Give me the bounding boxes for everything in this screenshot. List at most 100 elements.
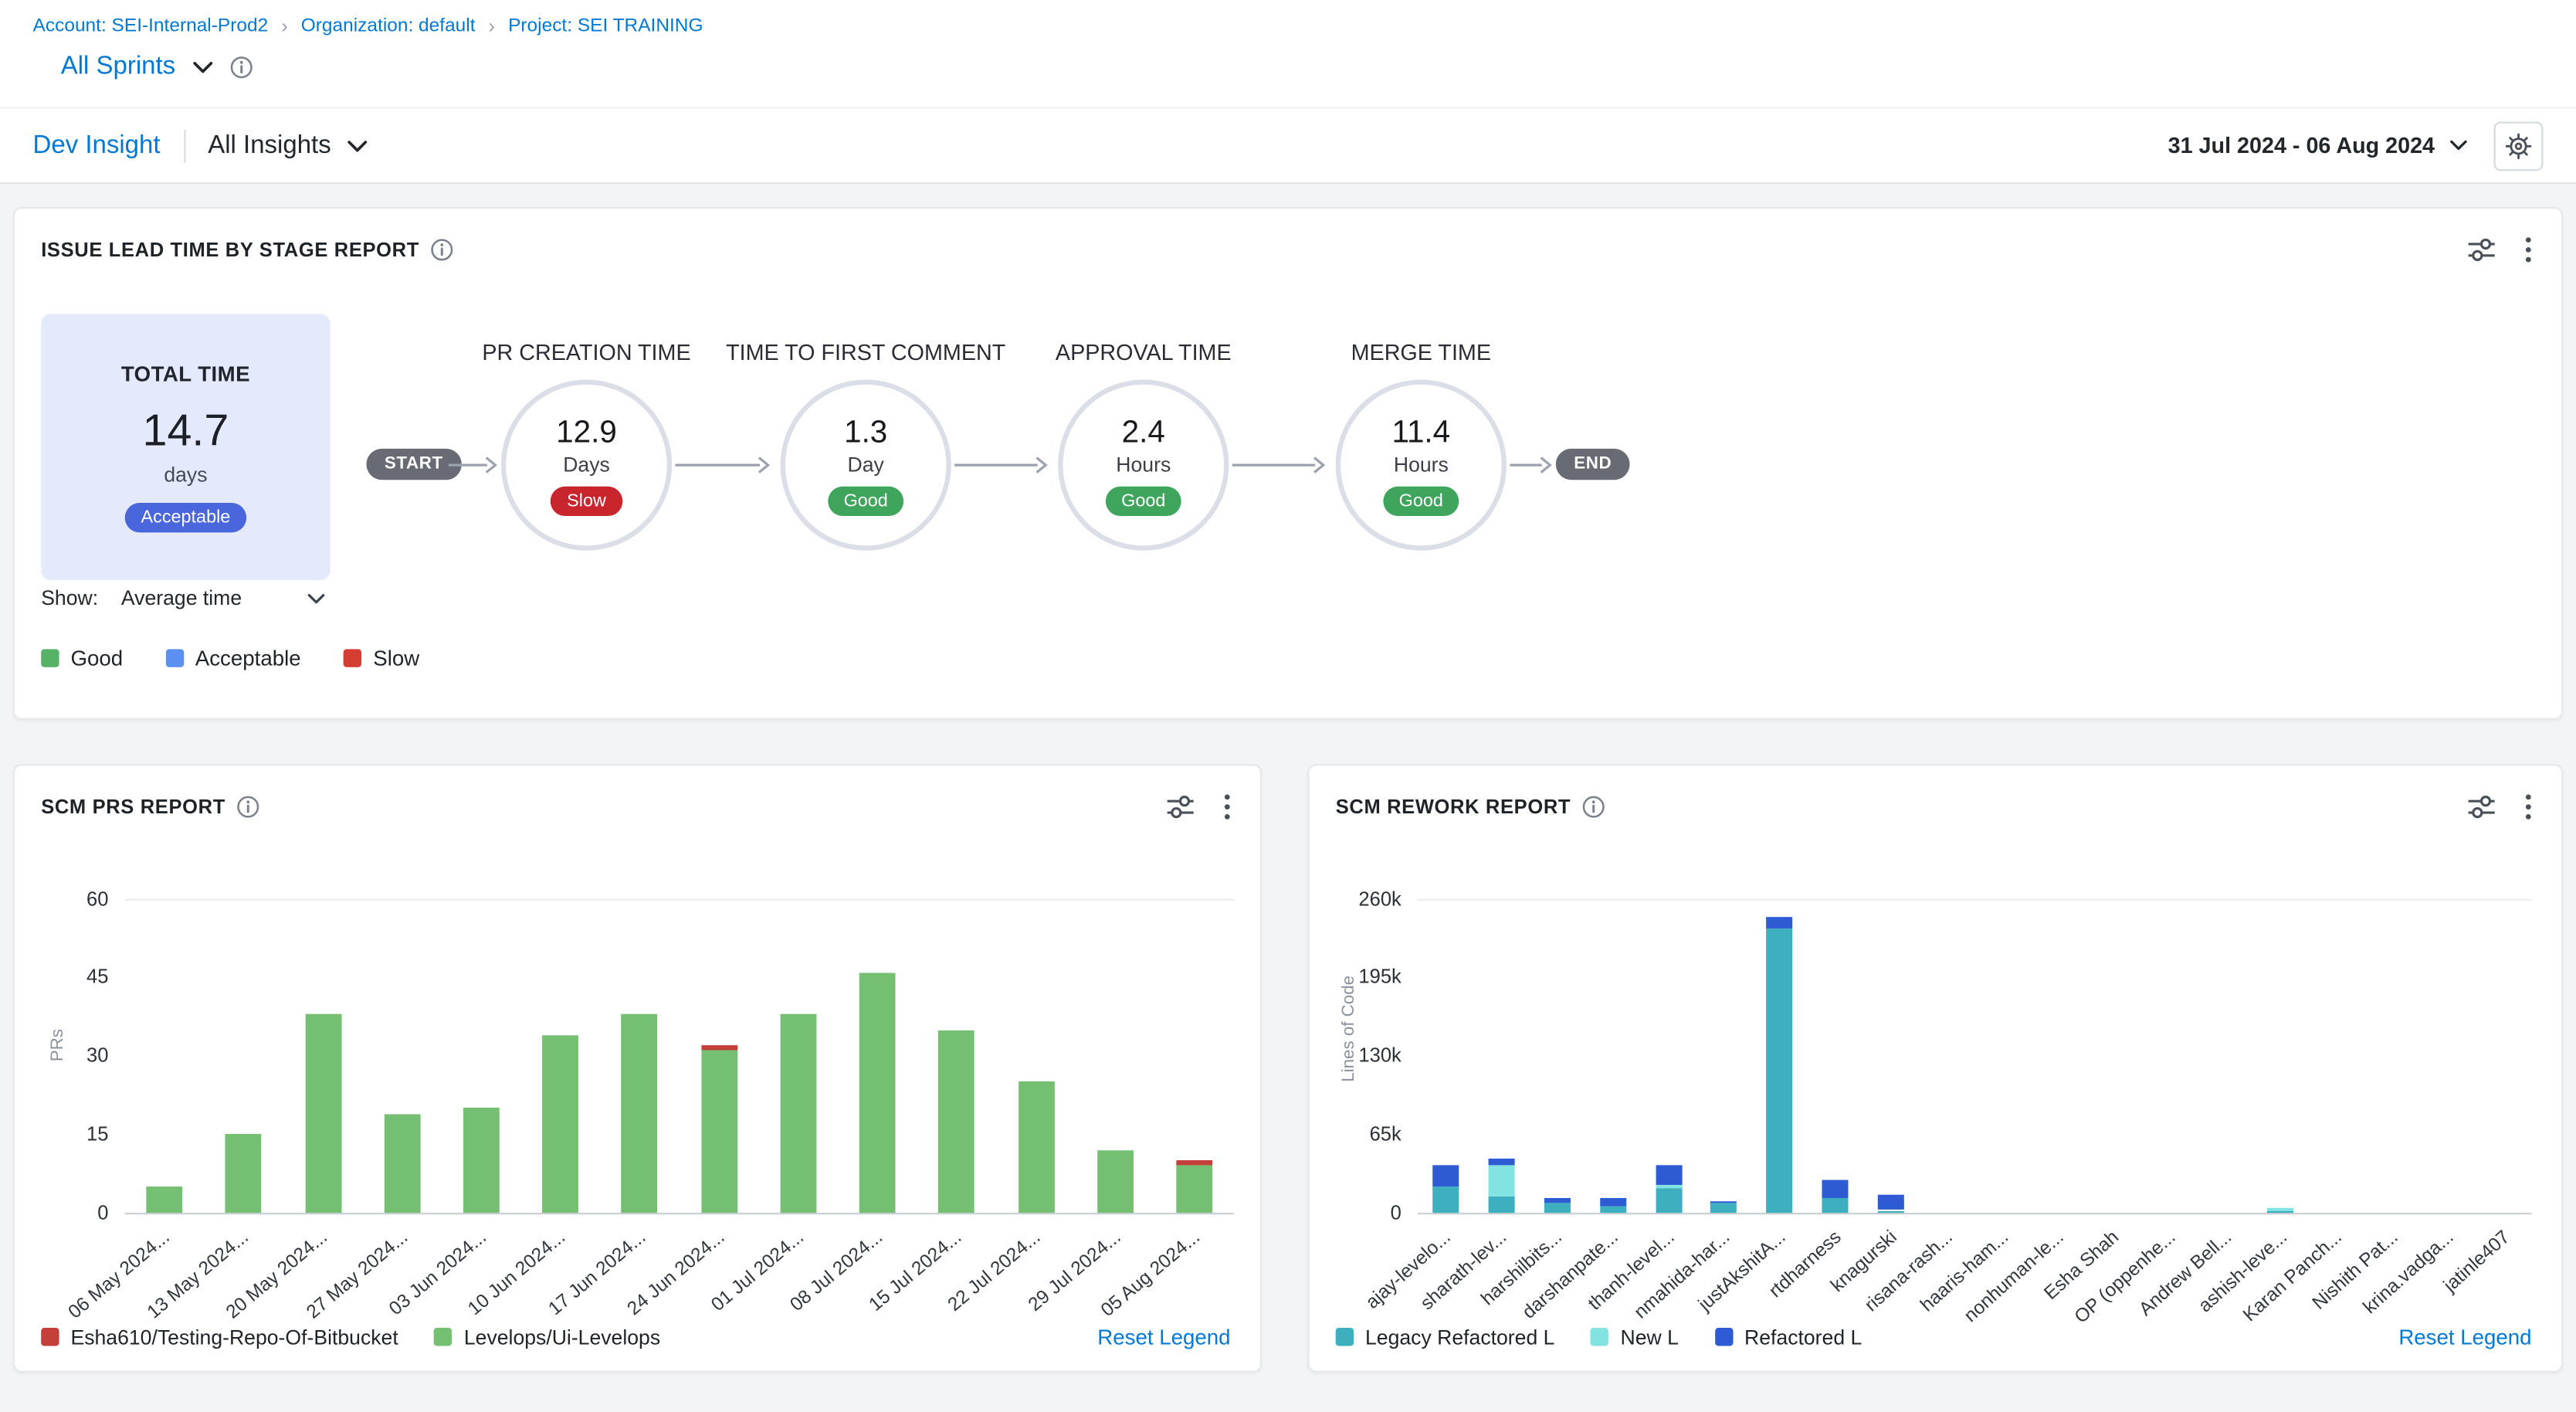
bar-segment[interactable]: [1488, 1196, 1514, 1213]
bar-segment[interactable]: [1711, 1200, 1737, 1203]
bar-segment[interactable]: [1018, 1082, 1054, 1213]
legend-swatch: [1591, 1328, 1608, 1346]
chevron-down-icon[interactable]: [307, 592, 325, 604]
bar-segment[interactable]: [1656, 1189, 1682, 1213]
legend-item-new[interactable]: New L: [1591, 1325, 1679, 1349]
sei-dashboard: Account: SEI-Internal-Prod2 › Organizati…: [0, 0, 2576, 1412]
bar-segment[interactable]: [1599, 1198, 1625, 1205]
bar-segment[interactable]: [1878, 1194, 1904, 1210]
bar-segment[interactable]: [1544, 1203, 1570, 1213]
bar-segment[interactable]: [859, 972, 896, 1213]
date-range-label[interactable]: 31 Jul 2024 - 06 Aug 2024: [2168, 133, 2435, 158]
widget-header: ISSUE LEAD TIME BY STAGE REPORT: [15, 209, 2561, 263]
stage-circle-approval[interactable]: 2.4 Hours Good: [1058, 379, 1229, 550]
show-value[interactable]: Average time: [121, 587, 242, 610]
bar-segment[interactable]: [1097, 1150, 1134, 1213]
stage-circle-merge[interactable]: 11.4 Hours Good: [1336, 379, 1507, 550]
stage-value: 2.4: [1122, 415, 1165, 451]
widget-title: ISSUE LEAD TIME BY STAGE REPORT: [41, 238, 419, 261]
bar-segment[interactable]: [1767, 929, 1793, 1213]
total-time-label: TOTAL TIME: [121, 361, 250, 386]
bar-segment[interactable]: [622, 1014, 658, 1213]
breadcrumb-organization-link[interactable]: Organization: default: [301, 16, 476, 36]
legend-item-acceptable[interactable]: Acceptable: [165, 646, 300, 670]
bar-segment[interactable]: [938, 1030, 974, 1213]
prs-bar-chart: 01530456006 May 2024...13 May 2024...20 …: [15, 765, 1260, 1370]
legend-item-repo-levelops[interactable]: Levelops/Ui-Levelops: [435, 1325, 661, 1349]
gridline: [125, 899, 1234, 901]
bar-segment[interactable]: [701, 1051, 737, 1213]
bar-segment[interactable]: [780, 1014, 816, 1213]
breadcrumb-project-link[interactable]: Project: SEI TRAINING: [508, 16, 703, 36]
bar-segment[interactable]: [1711, 1203, 1737, 1213]
dashboard-body: ISSUE LEAD TIME BY STAGE REPORT TOTAL TI…: [0, 184, 2576, 1411]
bar-segment[interactable]: [1176, 1166, 1212, 1213]
legend-label: Good: [70, 646, 123, 670]
legend-item-slow[interactable]: Slow: [344, 646, 419, 670]
stage-unit: Days: [563, 453, 610, 476]
bar-segment[interactable]: [463, 1108, 500, 1213]
total-time-rating-badge: Acceptable: [124, 503, 246, 532]
breadcrumb-account-link[interactable]: Account: SEI-Internal-Prod2: [33, 16, 269, 36]
chevron-down-icon[interactable]: [346, 139, 368, 152]
insight-selector-label[interactable]: All Insights: [208, 131, 330, 160]
sprint-selector[interactable]: All Sprints: [61, 53, 253, 82]
legend-item-refactored[interactable]: Refactored L: [1715, 1325, 1863, 1349]
chevron-down-icon[interactable]: [2449, 140, 2467, 151]
insight-selector[interactable]: All Insights: [208, 131, 367, 160]
legend-swatch: [41, 1328, 59, 1346]
bar-segment[interactable]: [1432, 1165, 1459, 1186]
stage-circle-pr-creation[interactable]: 12.9 Days Slow: [501, 379, 672, 550]
total-time-card: TOTAL TIME 14.7 days Acceptable: [41, 314, 330, 580]
legend-item-legacy-refactored[interactable]: Legacy Refactored L: [1336, 1325, 1555, 1349]
legend-label: Acceptable: [195, 646, 301, 670]
bar-segment[interactable]: [225, 1135, 262, 1213]
info-icon[interactable]: [431, 238, 454, 261]
legend-item-good[interactable]: Good: [41, 646, 123, 670]
stage-rating-badge: Slow: [551, 486, 622, 515]
breadcrumb-separator-icon: ›: [281, 15, 288, 38]
legend-swatch: [1336, 1328, 1354, 1346]
scale-wrapper: Account: SEI-Internal-Prod2 › Organizati…: [0, 0, 2576, 1412]
bar-segment[interactable]: [305, 1014, 341, 1213]
bar-segment[interactable]: [1488, 1165, 1514, 1196]
info-icon[interactable]: [229, 56, 253, 79]
bar-segment[interactable]: [1656, 1185, 1682, 1189]
bar-segment[interactable]: [147, 1186, 183, 1213]
bar-segment[interactable]: [384, 1113, 420, 1213]
flow-start-pill: START: [366, 449, 461, 480]
bar-segment[interactable]: [542, 1035, 578, 1213]
show-metric-dropdown[interactable]: Show: Average time: [41, 587, 325, 610]
bar-segment[interactable]: [1822, 1198, 1849, 1213]
widget-filters-icon[interactable]: [2468, 238, 2496, 261]
widget-menu-icon[interactable]: [2525, 236, 2532, 263]
bar-segment[interactable]: [1878, 1210, 1904, 1213]
top-header: Account: SEI-Internal-Prod2 › Organizati…: [0, 0, 2576, 108]
bar-segment[interactable]: [2268, 1210, 2294, 1213]
stage-name: TIME TO FIRST COMMENT: [718, 335, 1014, 370]
flow-arrow-icon: [449, 455, 498, 475]
legend-item-repo-bitbucket[interactable]: Esha610/Testing-Repo-Of-Bitbucket: [41, 1325, 398, 1349]
dev-insight-link[interactable]: Dev Insight: [33, 131, 161, 160]
bar-segment[interactable]: [1488, 1159, 1514, 1165]
bar-segment[interactable]: [2268, 1208, 2294, 1210]
x-axis-line: [125, 1213, 1234, 1214]
bar-segment[interactable]: [701, 1045, 737, 1051]
bar-segment[interactable]: [1656, 1165, 1682, 1186]
sprint-selector-label[interactable]: All Sprints: [61, 53, 175, 82]
bar-segment[interactable]: [1767, 917, 1793, 929]
bar-segment[interactable]: [1822, 1180, 1849, 1198]
insight-settings-button[interactable]: [2494, 120, 2544, 170]
y-tick-label: 0: [42, 1200, 108, 1225]
bar-segment[interactable]: [1544, 1198, 1570, 1203]
reset-legend-link[interactable]: Reset Legend: [2398, 1325, 2531, 1349]
chart-legend: Legacy Refactored L New L Refactored L R…: [1336, 1325, 2532, 1349]
chevron-down-icon[interactable]: [192, 61, 213, 74]
bar-segment[interactable]: [1176, 1160, 1212, 1166]
bar-segment[interactable]: [1432, 1186, 1459, 1213]
y-tick-label: 60: [42, 887, 108, 911]
bar-segment[interactable]: [1599, 1206, 1625, 1213]
reset-legend-link[interactable]: Reset Legend: [1097, 1325, 1230, 1349]
date-range-selector[interactable]: 31 Jul 2024 - 06 Aug 2024: [2168, 133, 2468, 158]
stage-circle-first-comment[interactable]: 1.3 Day Good: [781, 379, 951, 550]
